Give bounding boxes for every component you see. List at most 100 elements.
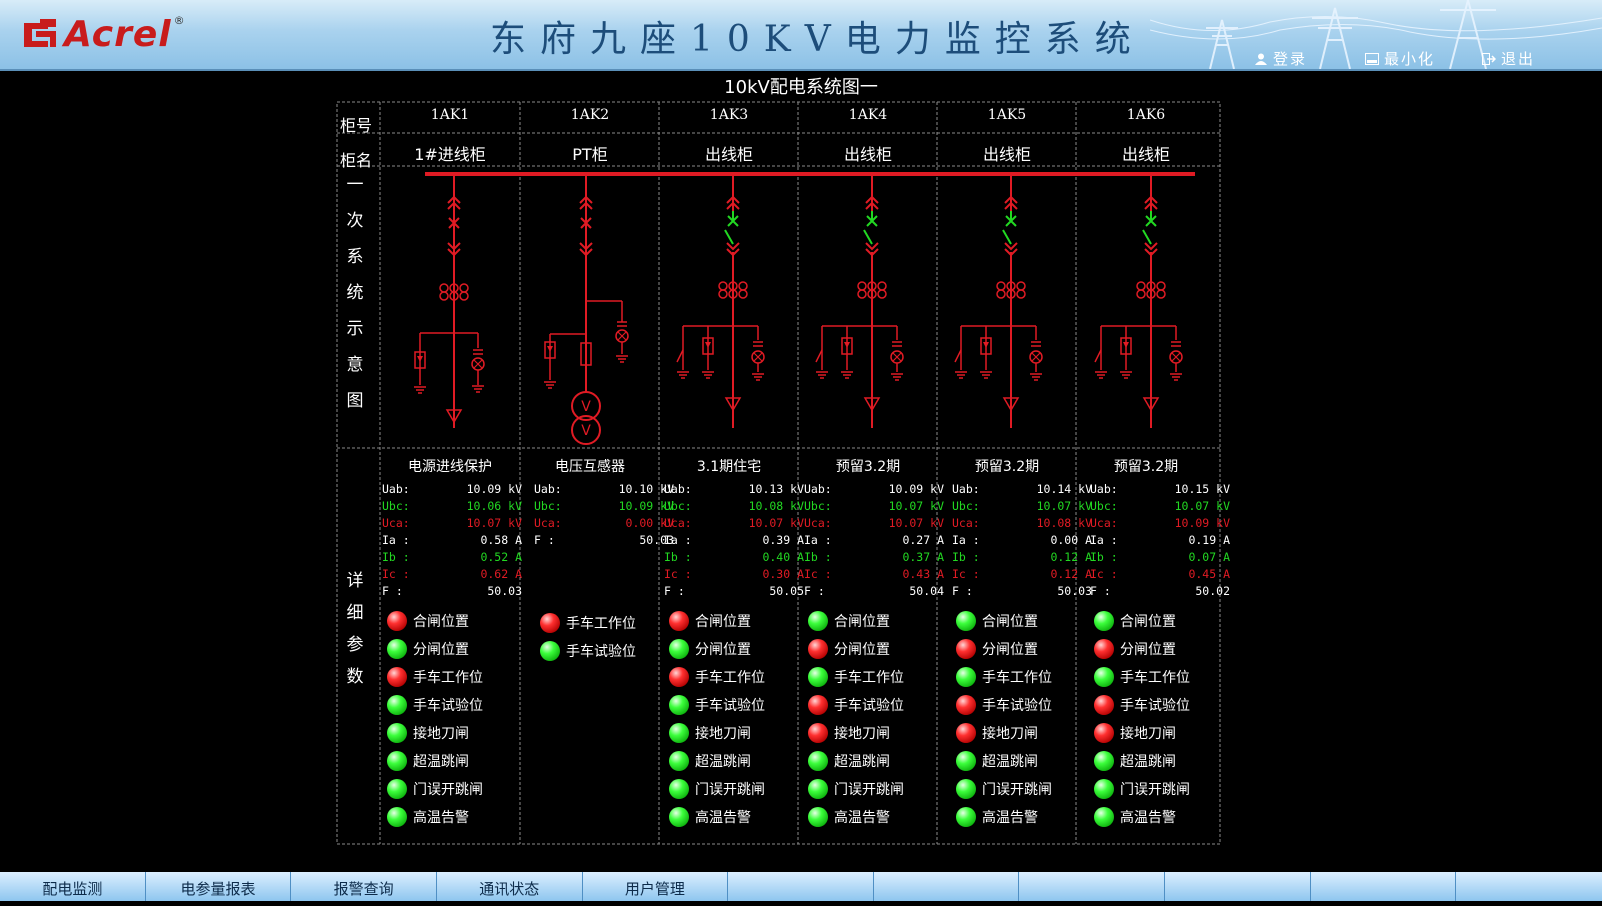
tab-parameter-report[interactable]: 电参量报表 (146, 872, 292, 901)
status-item: 合闸位置 (669, 607, 765, 635)
green-status-led-icon (808, 751, 828, 771)
measurement-label: F : (382, 584, 403, 598)
status-item: 合闸位置 (956, 607, 1052, 635)
tab-alarm-query[interactable]: 报警查询 (291, 872, 437, 901)
measurement-row: Ib : 0.52 A (382, 549, 522, 566)
measurements-1ak2: Uab: 10.10 kV Ubc: 10.09 kV Uca: 0.00 kV F : 50… (534, 481, 674, 549)
status-item: 高温告警 (669, 803, 765, 831)
measurement-value: 10.09 kV (888, 482, 944, 496)
measurement-label: Uca: (804, 516, 832, 530)
status-label: 超温跳闸 (695, 754, 751, 770)
status-label: 分闸位置 (413, 642, 469, 658)
status-label: 门误开跳闸 (695, 782, 765, 798)
measurement-value: 0.39 A (762, 533, 804, 547)
status-label: 手车工作位 (982, 670, 1052, 686)
measurement-label: Uab: (664, 482, 692, 496)
status-item: 接地刀闸 (956, 719, 1052, 747)
status-label: 超温跳闸 (413, 754, 469, 770)
status-label: 接地刀闸 (695, 726, 751, 742)
green-status-led-icon (956, 667, 976, 687)
measurement-label: Uab: (804, 482, 832, 496)
measurement-label: F : (664, 584, 685, 598)
measurement-row: F : 50.02 (1090, 583, 1230, 600)
green-status-led-icon (387, 695, 407, 715)
measurement-label: Uab: (382, 482, 410, 496)
measurement-value: 10.09 kV (1174, 516, 1230, 530)
measurement-row: F : 50.03 (952, 583, 1092, 600)
green-status-led-icon (808, 611, 828, 631)
tab-empty[interactable] (728, 872, 874, 901)
status-list-1ak6: 合闸位置 分闸位置 手车工作位 手车试验位 接地刀闸 超温跳闸 门误开跳闸 高温告警 (1094, 607, 1190, 831)
status-label: 手车工作位 (566, 616, 636, 632)
status-item: 手车试验位 (956, 691, 1052, 719)
measurement-row: Ubc: 10.08 kV (664, 498, 804, 515)
tab-empty[interactable] (1165, 872, 1311, 901)
tab-comm-status[interactable]: 通讯状态 (437, 872, 583, 901)
measurement-label: Ib : (1090, 550, 1118, 564)
tab-empty[interactable] (874, 872, 1020, 901)
measurement-row: Uca: 10.07 kV (804, 515, 944, 532)
measurements-1ak3: Uab: 10.13 kV Ubc: 10.08 kV Uca: 10.07 kV Ia :… (664, 481, 804, 600)
status-item: 手车工作位 (808, 663, 904, 691)
status-label: 手车试验位 (566, 644, 636, 660)
status-label: 合闸位置 (1120, 614, 1176, 630)
status-label: 手车工作位 (834, 670, 904, 686)
status-item: 接地刀闸 (1094, 719, 1190, 747)
red-status-led-icon (540, 613, 560, 633)
measurement-label: Uab: (952, 482, 980, 496)
measurement-row: Uab: 10.09 kV (804, 481, 944, 498)
measurement-label: F : (804, 584, 825, 598)
measurement-value: 50.04 (909, 584, 944, 598)
measurement-label: Ubc: (952, 499, 980, 513)
cabinet-1ak5-circuit (954, 174, 1043, 428)
measurement-label: Ic : (664, 567, 692, 581)
tab-user-management[interactable]: 用户管理 (583, 872, 729, 901)
measurement-value: 10.08 kV (1036, 516, 1092, 530)
param-title: 3.1期住宅 (696, 459, 762, 475)
status-label: 接地刀闸 (413, 726, 469, 742)
measurement-row: Ubc: 10.07 kV (1090, 498, 1230, 515)
status-item: 接地刀闸 (808, 719, 904, 747)
red-status-led-icon (669, 667, 689, 687)
measurement-row: Uca: 10.07 kV (664, 515, 804, 532)
status-label: 门误开跳闸 (1120, 782, 1190, 798)
measurement-value: 10.07 kV (748, 516, 804, 530)
tab-empty[interactable] (1311, 872, 1457, 901)
measurement-row: Uca: 0.00 kV (534, 515, 674, 532)
param-title: 电源进线保护 (408, 459, 492, 475)
status-label: 门误开跳闸 (413, 782, 483, 798)
measurement-value: 0.62 A (480, 567, 522, 581)
measurement-value: 0.27 A (902, 533, 944, 547)
measurement-label: Ubc: (534, 499, 562, 513)
status-item: 分闸位置 (1094, 635, 1190, 663)
measurement-row: Ia : 0.27 A (804, 532, 944, 549)
status-item: 门误开跳闸 (956, 775, 1052, 803)
measurement-label: Uca: (534, 516, 562, 530)
tab-distribution-monitor[interactable]: 配电监测 (0, 872, 146, 901)
status-item: 门误开跳闸 (1094, 775, 1190, 803)
measurement-value: 0.52 A (480, 550, 522, 564)
measurement-row: F : 50.05 (664, 583, 804, 600)
status-label: 手车工作位 (413, 670, 483, 686)
red-status-led-icon (1094, 723, 1114, 743)
status-item: 超温跳闸 (1094, 747, 1190, 775)
green-status-led-icon (669, 639, 689, 659)
tab-empty[interactable] (1019, 872, 1166, 901)
measurement-value: 10.13 kV (748, 482, 804, 496)
status-item: 高温告警 (808, 803, 904, 831)
measurement-value: 10.14 kV (1036, 482, 1092, 496)
green-status-led-icon (808, 667, 828, 687)
red-status-led-icon (808, 639, 828, 659)
status-item: 超温跳闸 (808, 747, 904, 775)
status-item: 手车试验位 (540, 637, 636, 665)
status-list-1ak4: 合闸位置 分闸位置 手车工作位 手车试验位 接地刀闸 超温跳闸 门误开跳闸 高温告警 (808, 607, 904, 831)
measurements-1ak4: Uab: 10.09 kV Ubc: 10.07 kV Uca: 10.07 kV Ia :… (804, 481, 944, 600)
measurement-value: 0.43 A (902, 567, 944, 581)
measurement-row: Ib : 0.07 A (1090, 549, 1230, 566)
status-label: 合闸位置 (413, 614, 469, 630)
measurement-value: 10.09 kV (466, 482, 522, 496)
status-label: 分闸位置 (695, 642, 751, 658)
red-status-led-icon (1094, 695, 1114, 715)
tab-empty[interactable] (1456, 872, 1602, 901)
measurements-1ak6: Uab: 10.15 kV Ubc: 10.07 kV Uca: 10.09 kV Ia :… (1090, 481, 1230, 600)
